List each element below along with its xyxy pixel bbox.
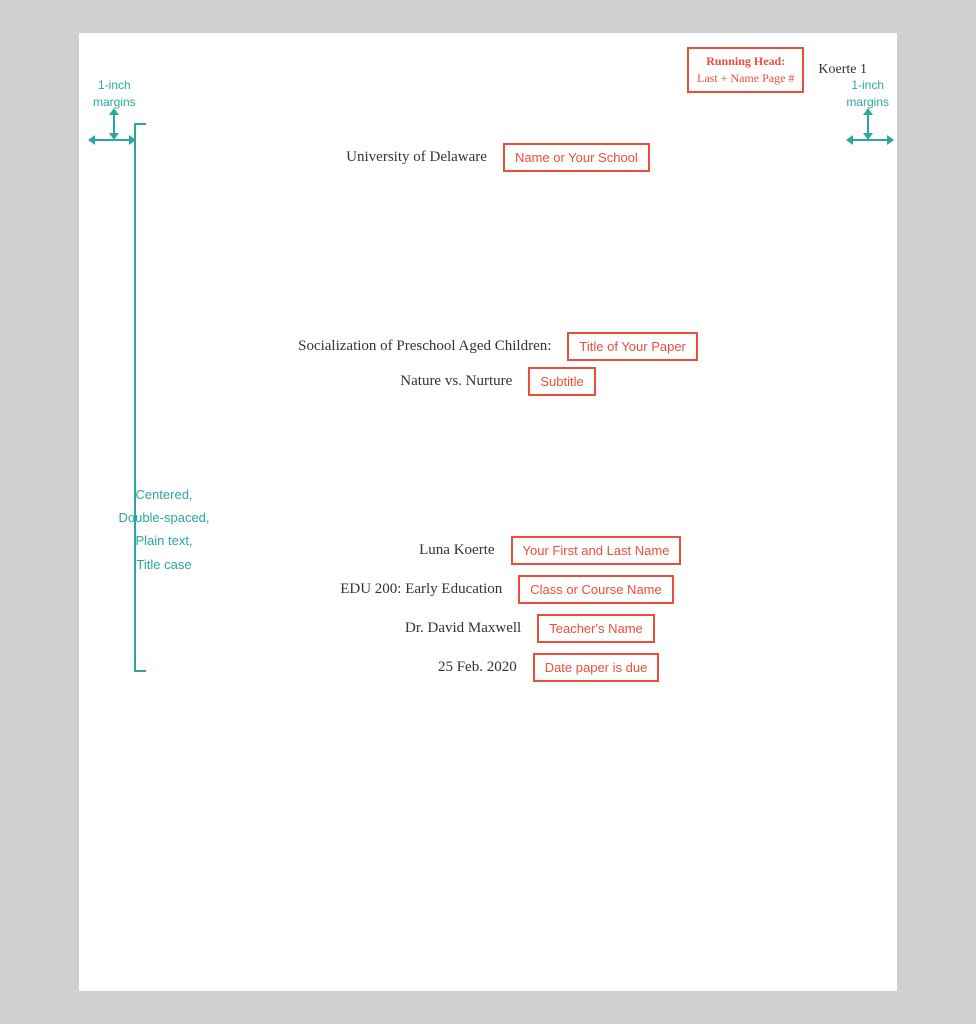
teacher-row: Dr. David Maxwell Teacher's Name (159, 614, 837, 643)
school-example-text: University of Delaware (346, 149, 487, 166)
main-title-annotation-box: Title of Your Paper (567, 332, 697, 361)
margin-left-text-1: 1-inch (98, 78, 131, 92)
teacher-text: Dr. David Maxwell (341, 620, 521, 637)
page: 1-inch margins 1-inch margins Running He… (78, 32, 898, 992)
annotation-double-spaced: Double-spaced, (118, 510, 209, 525)
main-title-row: Socialization of Preschool Aged Children… (159, 332, 837, 361)
main-title-text: Socialization of Preschool Aged Children… (298, 338, 551, 355)
annotation-plain-text: Plain text, (135, 533, 192, 548)
running-head-box: Running Head: Last + Name Page # (687, 47, 804, 93)
school-annotation-box: Name or Your School (503, 143, 650, 172)
margin-right-text-1: 1-inch (851, 78, 884, 92)
teacher-annotation-text: Teacher's Name (549, 621, 643, 636)
date-annotation-text: Date paper is due (545, 660, 648, 675)
subtitle-text: Nature vs. Nurture (400, 373, 512, 390)
page-number: Koerte 1 (818, 62, 867, 78)
main-title-annotation-text: Title of Your Paper (579, 339, 685, 354)
content-area: Centered, Double-spaced, Plain text, Tit… (79, 103, 897, 732)
author-name-annotation-text: Your First and Last Name (523, 543, 670, 558)
course-text: EDU 200: Early Education (322, 581, 502, 598)
subtitle-annotation-box: Subtitle (528, 367, 595, 396)
course-annotation-text: Class or Course Name (530, 582, 662, 597)
annotation-title-case: Title case (136, 557, 191, 572)
running-head-label: Running Head: (706, 54, 785, 68)
date-text: 25 Feb. 2020 (337, 659, 517, 676)
date-row: 25 Feb. 2020 Date paper is due (159, 653, 837, 682)
author-section: Luna Koerte Your First and Last Name EDU… (159, 536, 837, 682)
school-section: University of Delaware Name or Your Scho… (159, 143, 837, 172)
teal-bracket (134, 123, 146, 672)
author-name-annotation-box: Your First and Last Name (511, 536, 682, 565)
left-annotations: Centered, Double-spaced, Plain text, Tit… (99, 483, 229, 577)
course-row: EDU 200: Early Education Class or Course… (159, 575, 837, 604)
title-section: Socialization of Preschool Aged Children… (159, 332, 837, 396)
subtitle-annotation-text: Subtitle (540, 374, 583, 389)
subtitle-row: Nature vs. Nurture Subtitle (159, 367, 837, 396)
author-name-row: Luna Koerte Your First and Last Name (159, 536, 837, 565)
course-annotation-box: Class or Course Name (518, 575, 674, 604)
teacher-annotation-box: Teacher's Name (537, 614, 655, 643)
running-head-sub: Last + Name Page # (697, 71, 794, 85)
author-name-text: Luna Koerte (315, 542, 495, 559)
date-annotation-box: Date paper is due (533, 653, 660, 682)
annotation-centered: Centered, (135, 487, 192, 502)
header-bar: Running Head: Last + Name Page # Koerte … (79, 33, 897, 103)
school-annotation-text: Name or Your School (515, 150, 638, 165)
